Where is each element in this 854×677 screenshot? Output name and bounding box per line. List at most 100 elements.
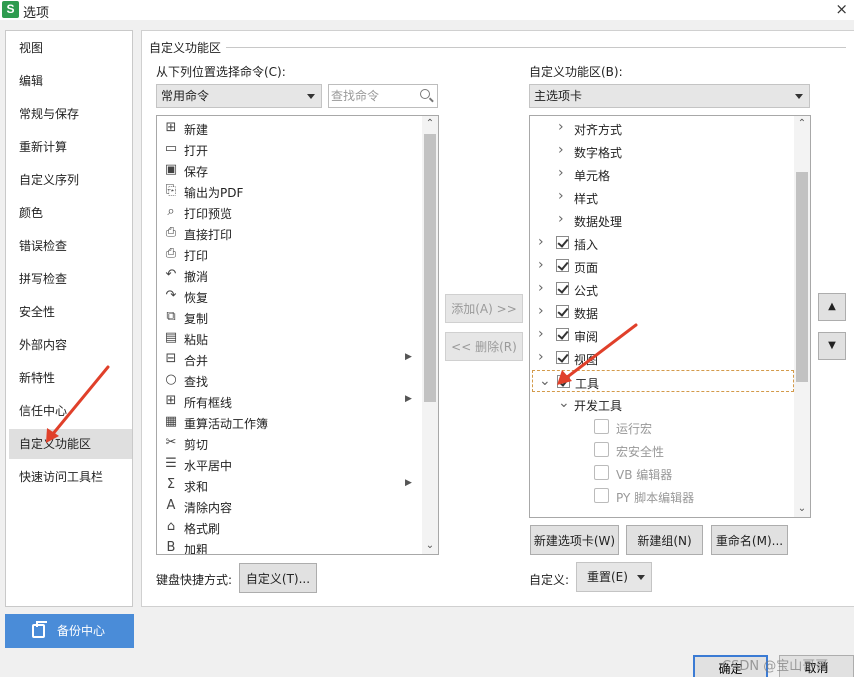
ribbon-tree[interactable]: ⌃ ⌄ › 对齐方式 › 数字格式 › 单元格 › 样式 › 数据处理 › 插入 › 页面 › 公式 › 数据 › 审… bbox=[529, 115, 811, 518]
scroll-down-icon[interactable]: ⌄ bbox=[422, 538, 438, 554]
command-list-item[interactable]: ▤ 粘贴 bbox=[160, 328, 416, 349]
command-list-item[interactable]: ⌕ 打印预览 bbox=[160, 202, 416, 223]
sidebar-item[interactable]: 重新计算 bbox=[9, 132, 132, 162]
ribbon-tree-item[interactable]: › 单元格 bbox=[532, 163, 794, 185]
tab-visible-checkbox[interactable] bbox=[556, 305, 569, 318]
tab-visible-checkbox[interactable] bbox=[556, 236, 569, 249]
chevron-right-icon[interactable]: › bbox=[558, 212, 568, 226]
sidebar-item[interactable]: 安全性 bbox=[9, 297, 132, 327]
command-list-item[interactable]: B 加粗 bbox=[160, 538, 416, 554]
ribbon-tree-item[interactable]: › 插入 bbox=[532, 232, 794, 254]
ribbon-tree-item[interactable]: › 样式 bbox=[532, 186, 794, 208]
new-group-button[interactable]: 新建组(N) bbox=[626, 525, 703, 555]
chevron-right-icon[interactable]: › bbox=[538, 281, 548, 295]
chevron-down-icon[interactable]: ⌄ bbox=[558, 396, 570, 410]
command-list-item[interactable]: ⊟ 合并 ▶ bbox=[160, 349, 416, 370]
command-list-item[interactable]: ▦ 重算活动工作簿 bbox=[160, 412, 416, 433]
ribbon-tree-item[interactable]: › 数据 bbox=[532, 301, 794, 323]
command-list-item[interactable]: ☰ 水平居中 bbox=[160, 454, 416, 475]
command-list-item[interactable]: ↶ 撤消 bbox=[160, 265, 416, 286]
tab-visible-checkbox[interactable] bbox=[556, 259, 569, 272]
search-icon[interactable] bbox=[420, 89, 430, 99]
ribbon-tree-item[interactable]: › 对齐方式 bbox=[532, 117, 794, 139]
command-list-item[interactable]: ⊞ 所有框线 ▶ bbox=[160, 391, 416, 412]
chevron-right-icon[interactable]: › bbox=[558, 120, 568, 134]
move-up-button[interactable]: ▲ bbox=[818, 293, 846, 321]
ribbon-tree-item[interactable]: PY 脚本编辑器 bbox=[532, 485, 794, 507]
sidebar-item[interactable]: 颜色 bbox=[9, 198, 132, 228]
chevron-right-icon[interactable]: › bbox=[538, 258, 548, 272]
command-list-item[interactable]: Σ 求和 ▶ bbox=[160, 475, 416, 496]
copy-icon: ⧉ bbox=[166, 309, 176, 324]
commands-source-dropdown[interactable]: 常用命令 bbox=[156, 84, 322, 108]
ribbon-tree-item[interactable]: ⌄ 开发工具 bbox=[532, 393, 794, 415]
ribbon-tabs-dropdown[interactable]: 主选项卡 bbox=[529, 84, 810, 108]
sidebar-item[interactable]: 拼写检查 bbox=[9, 264, 132, 294]
ribbon-tree-item[interactable]: › 视图 bbox=[532, 347, 794, 369]
title-bar: S 选项 × bbox=[0, 0, 854, 21]
sidebar-item[interactable]: 视图 bbox=[9, 33, 132, 63]
command-list-item[interactable]: A 清除内容 bbox=[160, 496, 416, 517]
tab-visible-checkbox[interactable] bbox=[556, 351, 569, 364]
backup-center-button[interactable]: 备份中心 bbox=[5, 614, 134, 648]
ribbon-tree-item[interactable]: 运行宏 bbox=[532, 416, 794, 438]
command-search-input[interactable] bbox=[331, 87, 413, 105]
add-button[interactable]: 添加(A) >> bbox=[445, 294, 523, 323]
commands-list[interactable]: ⌃ ⌄ ⊞ 新建 ▭ 打开 ▣ 保存 ⎘ 输出为PDF ⌕ 打印预览 ⎙ 直接打印 ⎙ 打印 ↶ 撤消 ↷ 恢复 ⧉… bbox=[156, 115, 439, 555]
chevron-right-icon[interactable]: › bbox=[538, 304, 548, 318]
sidebar-item[interactable]: 快速访问工具栏 bbox=[9, 462, 132, 492]
scroll-up-icon[interactable]: ⌃ bbox=[422, 116, 438, 132]
chevron-right-icon[interactable]: › bbox=[558, 189, 568, 203]
new-tab-button[interactable]: 新建选项卡(W) bbox=[530, 525, 619, 555]
chevron-right-icon[interactable]: › bbox=[538, 327, 548, 341]
sidebar-item[interactable]: 信任中心 bbox=[9, 396, 132, 426]
ribbon-tree-item[interactable]: › 数据处理 bbox=[532, 209, 794, 231]
commands-scroll-thumb[interactable] bbox=[424, 134, 436, 402]
ribbon-tree-item[interactable]: › 数字格式 bbox=[532, 140, 794, 162]
ribbon-tree-item[interactable]: › 公式 bbox=[532, 278, 794, 300]
chevron-down-icon[interactable]: ⌄ bbox=[539, 374, 551, 388]
ribbon-tree-scroll-thumb[interactable] bbox=[796, 172, 808, 382]
tab-visible-checkbox[interactable] bbox=[557, 375, 570, 388]
ribbon-tree-item[interactable]: VB 编辑器 bbox=[532, 462, 794, 484]
sidebar-item[interactable]: 外部内容 bbox=[9, 330, 132, 360]
ribbon-tree-scrollbar[interactable]: ⌃ ⌄ bbox=[794, 116, 810, 517]
scroll-down-icon[interactable]: ⌄ bbox=[794, 501, 810, 517]
command-list-item[interactable]: ▣ 保存 bbox=[160, 160, 416, 181]
command-list-item[interactable]: ⎙ 打印 bbox=[160, 244, 416, 265]
remove-button[interactable]: << 删除(R) bbox=[445, 332, 523, 361]
move-down-button[interactable]: ▼ bbox=[818, 332, 846, 360]
command-list-item[interactable]: ▭ 打开 bbox=[160, 139, 416, 160]
customize-shortcuts-button[interactable]: 自定义(T)... bbox=[239, 563, 317, 593]
chevron-right-icon[interactable]: › bbox=[538, 350, 548, 364]
sidebar-item[interactable]: 自定义功能区 bbox=[9, 429, 132, 459]
chevron-right-icon[interactable]: › bbox=[538, 235, 548, 249]
chevron-right-icon[interactable]: › bbox=[558, 143, 568, 157]
command-list-item[interactable]: ⧉ 复制 bbox=[160, 307, 416, 328]
sidebar-item[interactable]: 常规与保存 bbox=[9, 99, 132, 129]
chevron-right-icon[interactable]: › bbox=[558, 166, 568, 180]
sidebar-item[interactable]: 新特性 bbox=[9, 363, 132, 393]
command-list-item[interactable]: ↷ 恢复 bbox=[160, 286, 416, 307]
rename-button[interactable]: 重命名(M)... bbox=[711, 525, 788, 555]
ribbon-tree-item[interactable]: ⌄ 工具 bbox=[532, 370, 794, 392]
tab-visible-checkbox[interactable] bbox=[556, 328, 569, 341]
chevron-down-icon bbox=[637, 575, 645, 580]
command-list-item[interactable]: ⌂ 格式刷 bbox=[160, 517, 416, 538]
tab-visible-checkbox[interactable] bbox=[556, 282, 569, 295]
close-button[interactable]: × bbox=[835, 0, 848, 18]
ribbon-tree-item[interactable]: 宏安全性 bbox=[532, 439, 794, 461]
sidebar-item[interactable]: 自定义序列 bbox=[9, 165, 132, 195]
sidebar-item[interactable]: 编辑 bbox=[9, 66, 132, 96]
reset-dropdown-button[interactable]: 重置(E) bbox=[576, 562, 652, 592]
command-list-item[interactable]: ✂ 剪切 bbox=[160, 433, 416, 454]
sidebar-item[interactable]: 错误检查 bbox=[9, 231, 132, 261]
commands-scrollbar[interactable]: ⌃ ⌄ bbox=[422, 116, 438, 554]
command-list-item[interactable]: ⊞ 新建 bbox=[160, 118, 416, 139]
ribbon-tree-item[interactable]: › 审阅 bbox=[532, 324, 794, 346]
command-list-item[interactable]: ⎙ 直接打印 bbox=[160, 223, 416, 244]
command-list-item[interactable]: ○ 查找 bbox=[160, 370, 416, 391]
ribbon-tree-item[interactable]: › 页面 bbox=[532, 255, 794, 277]
scroll-up-icon[interactable]: ⌃ bbox=[794, 116, 810, 132]
command-list-item[interactable]: ⎘ 输出为PDF bbox=[160, 181, 416, 202]
